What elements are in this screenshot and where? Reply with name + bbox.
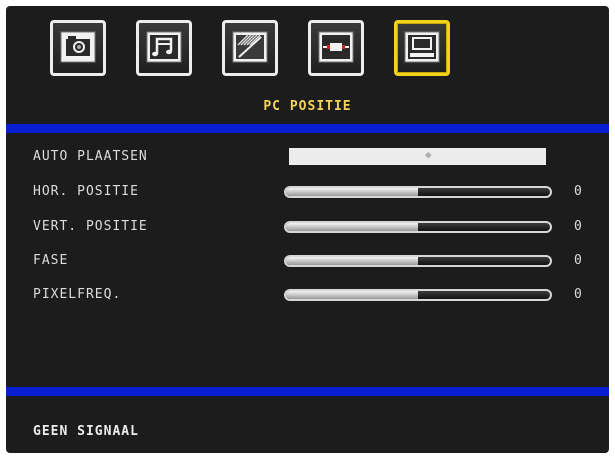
fase-row[interactable]: FASE 0 bbox=[6, 251, 609, 271]
settings-menu-button[interactable] bbox=[222, 20, 278, 76]
pixelfreq-slider[interactable] bbox=[284, 289, 552, 301]
footer-divider bbox=[6, 387, 609, 396]
vert-positie-row[interactable]: VERT. POSITIE 0 bbox=[6, 217, 609, 237]
row-label: VERT. POSITIE bbox=[33, 219, 148, 234]
source-icon bbox=[318, 31, 354, 63]
slider-fill bbox=[286, 188, 418, 196]
status-text: GEEN SIGNAAL bbox=[33, 424, 139, 439]
auto-plaatsen-row[interactable]: AUTO PLAATSEN ◆ bbox=[6, 147, 609, 167]
row-value: 0 bbox=[574, 219, 582, 234]
osd-screen: PC POSITIE AUTO PLAATSEN ◆ HOR. POSITIE … bbox=[6, 6, 609, 453]
hor-positie-row[interactable]: HOR. POSITIE 0 bbox=[6, 182, 609, 202]
slider-fill bbox=[286, 257, 418, 265]
vert-positie-slider[interactable] bbox=[284, 221, 552, 233]
picture-menu-button[interactable] bbox=[50, 20, 106, 76]
header-divider bbox=[6, 124, 609, 133]
sound-menu-button[interactable] bbox=[136, 20, 192, 76]
auto-plaatsen-button[interactable]: ◆ bbox=[289, 148, 546, 165]
selection-cursor-icon: ◆ bbox=[425, 148, 432, 161]
picture-icon bbox=[60, 31, 96, 63]
row-label: PIXELFREQ. bbox=[33, 287, 122, 302]
settings-icon bbox=[232, 31, 268, 63]
sound-icon bbox=[146, 31, 182, 63]
pc-menu-button[interactable] bbox=[394, 20, 450, 76]
row-value: 0 bbox=[574, 253, 582, 268]
menu-title: PC POSITIE bbox=[263, 99, 352, 114]
row-label: HOR. POSITIE bbox=[33, 184, 139, 199]
row-value: 0 bbox=[574, 184, 582, 199]
pixelfreq-row[interactable]: PIXELFREQ. 0 bbox=[6, 285, 609, 305]
pc-icon bbox=[404, 31, 440, 63]
menu-icon-bar bbox=[50, 20, 450, 76]
row-value: 0 bbox=[574, 287, 582, 302]
source-menu-button[interactable] bbox=[308, 20, 364, 76]
row-label: FASE bbox=[33, 253, 69, 268]
fase-slider[interactable] bbox=[284, 255, 552, 267]
slider-fill bbox=[286, 223, 418, 231]
slider-fill bbox=[286, 291, 418, 299]
hor-positie-slider[interactable] bbox=[284, 186, 552, 198]
row-label: AUTO PLAATSEN bbox=[33, 149, 148, 164]
